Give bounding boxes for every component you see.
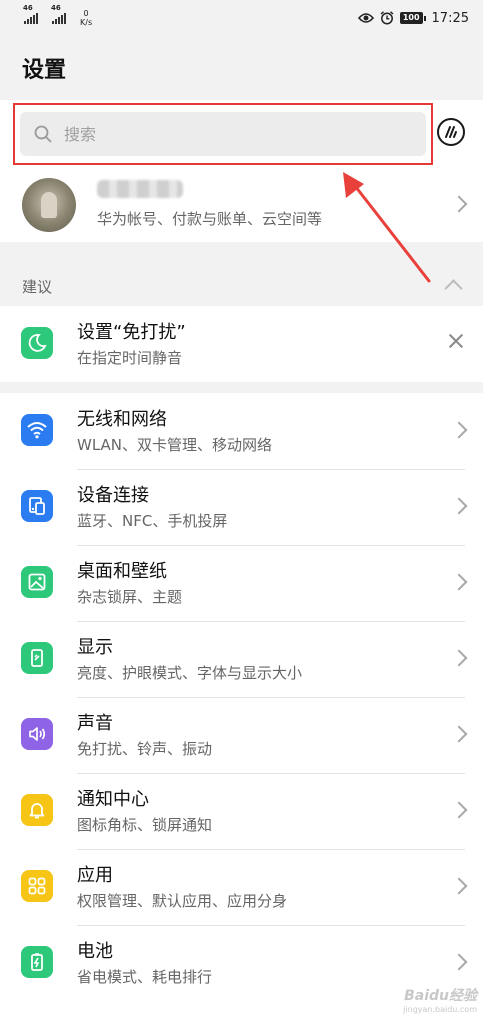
settings-item-title: 通知中心 <box>77 789 149 810</box>
avatar <box>22 178 76 232</box>
suggestion-subtitle: 在指定时间静音 <box>77 349 183 367</box>
chevron-up-icon[interactable] <box>444 279 463 298</box>
chevron-right-icon <box>450 573 468 591</box>
signal-icon: 46 <box>23 4 38 24</box>
settings-item-title: 显示 <box>77 637 113 658</box>
chevron-right-icon <box>450 497 468 515</box>
suggestion-item[interactable]: 设置“免打扰” 在指定时间静音 <box>0 306 483 382</box>
sound-icon <box>21 718 53 750</box>
chevron-right-icon <box>450 725 468 743</box>
settings-item-title: 设备连接 <box>77 485 149 506</box>
settings-item[interactable]: 通知中心图标角标、锁屏通知 <box>0 773 483 849</box>
settings-item-title: 无线和网络 <box>77 409 167 430</box>
scan-button[interactable] <box>437 118 465 146</box>
moon-icon <box>21 327 53 359</box>
settings-item-subtitle: 杂志锁屏、主题 <box>77 588 183 606</box>
account-subtitle: 华为帐号、付款与账单、云空间等 <box>97 210 323 228</box>
suggestion-card: 设置“免打扰” 在指定时间静音 <box>0 306 483 382</box>
clock: 17:25 <box>431 10 469 26</box>
wifi-icon <box>21 414 53 446</box>
device-connect-icon <box>21 490 53 522</box>
wallpaper-icon <box>21 566 53 598</box>
chevron-right-icon <box>450 877 468 895</box>
chevron-right-icon <box>450 649 468 667</box>
settings-item-subtitle: 亮度、护眼模式、字体与显示大小 <box>77 664 303 682</box>
page-title: 设置 <box>22 58 67 83</box>
settings-item-title: 电池 <box>77 941 113 962</box>
bell-icon <box>21 794 53 826</box>
settings-item-subtitle: 蓝牙、NFC、手机投屏 <box>77 512 228 530</box>
search-icon <box>34 125 52 143</box>
apps-icon <box>21 870 53 902</box>
net-speed: 0 K/s <box>80 9 93 27</box>
settings-item[interactable]: 设备连接蓝牙、NFC、手机投屏 <box>0 469 483 545</box>
scan-icon <box>445 126 457 138</box>
settings-list: 无线和网络 WLAN、双卡管理、移动网络 设备连接蓝牙、NFC、手机投屏 桌面和壁纸杂… <box>0 393 483 1018</box>
account-name-blurred <box>97 180 183 198</box>
battery-icon: 100 <box>399 12 426 24</box>
search-bar <box>0 100 483 166</box>
settings-item-subtitle: 免打扰、铃声、振动 <box>77 740 213 758</box>
chevron-right-icon <box>450 195 468 213</box>
suggestion-title: 设置“免打扰” <box>77 322 186 343</box>
settings-item-subtitle: 省电模式、耗电排行 <box>77 968 213 986</box>
watermark-logo: Baidu经验 jingyan.baidu.com <box>403 988 477 1014</box>
settings-item-title: 声音 <box>77 713 113 734</box>
settings-item-subtitle: WLAN、双卡管理、移动网络 <box>77 436 273 454</box>
settings-item[interactable]: 显示亮度、护眼模式、字体与显示大小 <box>0 621 483 697</box>
battery-charge-icon <box>21 946 53 978</box>
chevron-right-icon <box>450 801 468 819</box>
search-input[interactable] <box>64 124 364 144</box>
chevron-right-icon <box>450 421 468 439</box>
account-row[interactable]: 华为帐号、付款与账单、云空间等 <box>0 166 483 242</box>
eye-icon <box>357 13 374 23</box>
alarm-icon <box>380 11 394 25</box>
search-field[interactable] <box>20 112 426 156</box>
settings-item-subtitle: 图标角标、锁屏通知 <box>77 816 213 834</box>
settings-item[interactable]: 应用权限管理、默认应用、应用分身 <box>0 849 483 925</box>
display-icon <box>21 642 53 674</box>
signal-icon: 46 <box>51 4 66 24</box>
close-icon[interactable] <box>448 333 464 349</box>
settings-item[interactable]: 无线和网络 WLAN、双卡管理、移动网络 <box>0 393 483 469</box>
settings-item-title: 应用 <box>77 865 113 886</box>
chevron-right-icon <box>450 953 468 971</box>
section-label-suggestions: 建议 <box>22 278 53 296</box>
status-bar: 46 46 0 K/s 100 17:25 <box>0 0 483 36</box>
settings-item-title: 桌面和壁纸 <box>77 561 167 582</box>
settings-item-subtitle: 权限管理、默认应用、应用分身 <box>77 892 288 910</box>
settings-item[interactable]: 声音免打扰、铃声、振动 <box>0 697 483 773</box>
settings-item[interactable]: 桌面和壁纸杂志锁屏、主题 <box>0 545 483 621</box>
